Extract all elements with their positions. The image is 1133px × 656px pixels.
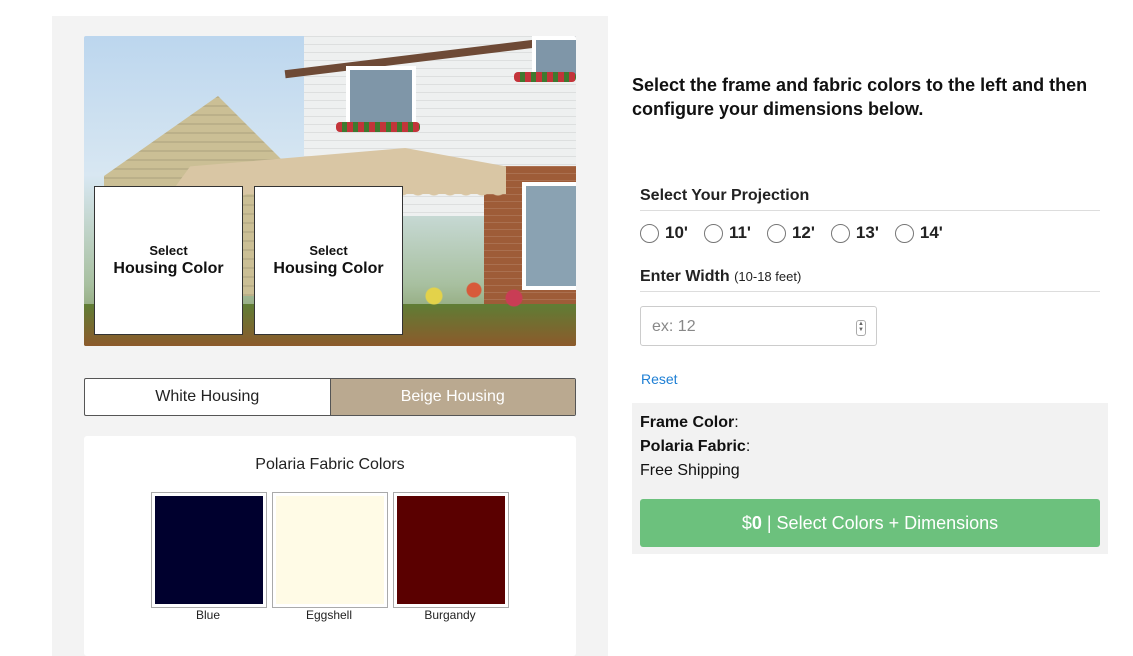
width-field[interactable]: ▲▼ [640,306,877,346]
projection-heading: Select Your Projection [640,187,1100,211]
projection-option-12[interactable]: 12' [766,223,815,243]
fabric-swatch-burgandy[interactable] [393,492,509,608]
fabric-swatch-blue[interactable] [151,492,267,608]
radio-icon[interactable] [766,223,786,243]
housing-color-selector-right[interactable]: Select Housing Color [254,186,403,335]
radio-icon[interactable] [703,223,723,243]
stepper-icon[interactable]: ▲ ▼ [856,320,866,336]
fabric-swatch-label: Burgandy [424,608,476,622]
cta-text: | Select Colors + Dimensions [761,512,999,533]
fabric-swatch-label: Eggshell [305,608,353,622]
projection-option-10[interactable]: 10' [640,223,688,243]
housing-toggle: White Housing Beige Housing [84,378,576,416]
price-value: 0 [751,512,762,533]
beige-housing-button[interactable]: Beige Housing [329,379,575,415]
radio-icon[interactable] [640,223,659,243]
housing-color-selector-left[interactable]: Select Housing Color [94,186,243,335]
frame-color-row: Frame Color: [640,414,739,431]
width-label: Enter Width [640,268,730,285]
projection-options: 10' 11' 12' 13' 14' [640,223,959,243]
order-summary: Frame Color: Polaria Fabric: Free Shippi… [632,403,1108,554]
fabric-row: Polaria Fabric: [640,438,751,455]
currency-symbol: $ [741,512,752,533]
housing-color-label: Housing Color [113,259,224,277]
awning-preview-image: Select Housing Color Select Housing Colo… [84,36,576,346]
fabric-colors-title: Polaria Fabric Colors [255,456,405,473]
housing-select-label: Select [149,242,188,258]
housing-select-label: Select [309,242,348,258]
fabric-colors-card: Polaria Fabric Colors Blue Eggshell Burg… [84,436,576,656]
width-hint: (10-18 feet) [734,269,802,284]
fabric-swatch-eggshell[interactable] [272,492,388,608]
radio-icon[interactable] [830,223,850,243]
radio-icon[interactable] [894,223,914,243]
fabric-swatch-label: Blue [195,608,221,622]
width-heading: Enter Width (10-18 feet) [640,268,1100,292]
projection-option-11[interactable]: 11' [703,223,751,243]
projection-option-13[interactable]: 13' [830,223,879,243]
configurator-left-panel: Select Housing Color Select Housing Colo… [52,16,608,656]
white-housing-button[interactable]: White Housing [85,379,330,415]
projection-option-14[interactable]: 14' [894,223,943,243]
width-input[interactable] [650,317,854,337]
housing-color-label: Housing Color [273,259,384,277]
intro-text: Select the frame and fabric colors to th… [632,75,1088,119]
add-to-cart-button[interactable]: $0 | Select Colors + Dimensions [640,499,1100,547]
reset-link[interactable]: Reset [641,371,678,387]
shipping-row: Free Shipping [640,462,740,479]
